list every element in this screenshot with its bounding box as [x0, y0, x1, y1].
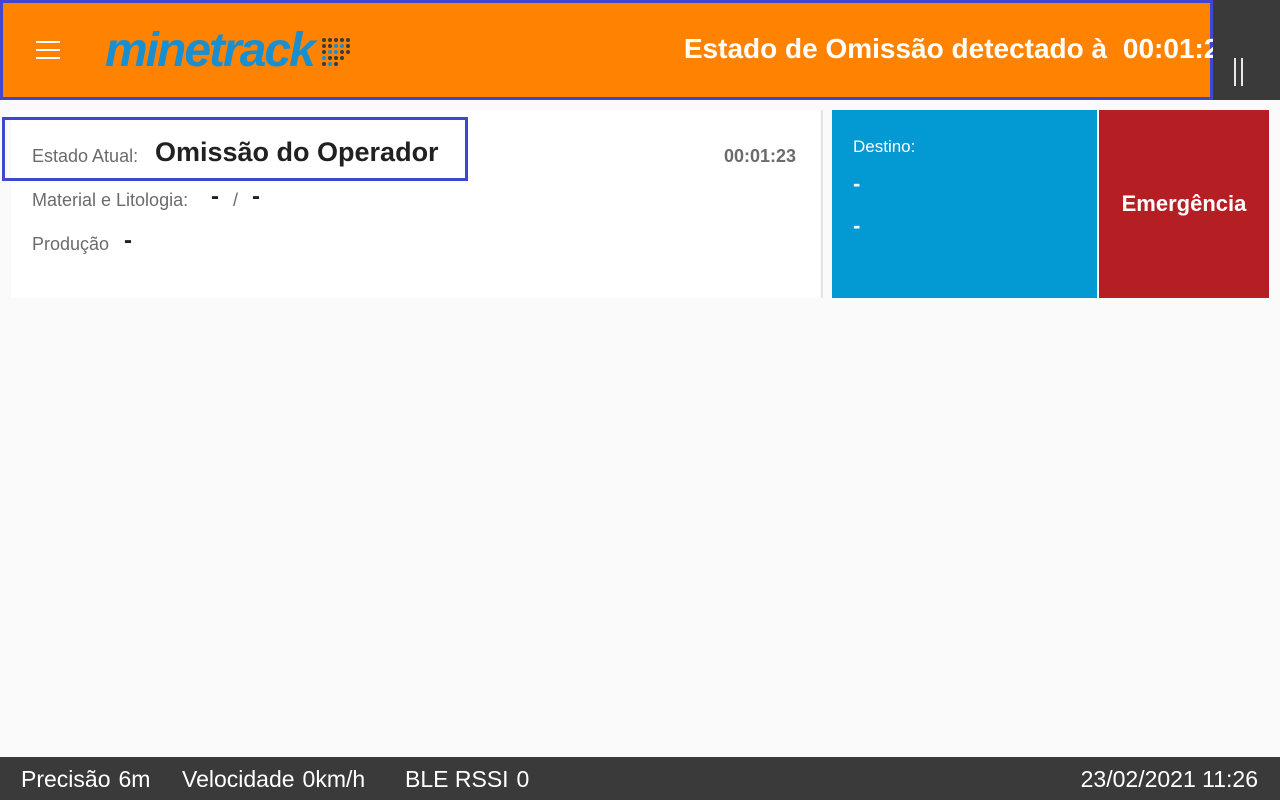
current-state-label: Estado Atual: — [32, 146, 139, 166]
current-state-value: Omissão do Operador — [155, 137, 439, 167]
material-value: - — [211, 183, 219, 210]
gps-precision: Precisão 6m — [21, 766, 150, 793]
menu-button[interactable] — [34, 40, 62, 60]
lithology-value: - — [252, 183, 260, 210]
production-value: - — [124, 227, 132, 254]
destination-value-1: - — [853, 171, 861, 196]
side-panel-strip[interactable] — [1213, 0, 1280, 100]
omission-alert-text: Estado de Omissão detectado à — [683, 33, 1108, 64]
speed-label: Velocidade — [182, 766, 295, 792]
pause-handle-icon[interactable] — [1232, 58, 1246, 86]
minetrack-logo: minetrack — [105, 26, 354, 76]
omission-alert: Estado de Omissão detectado à 00:01:23 — [684, 33, 1235, 65]
current-state-timer: 00:01:23 — [724, 146, 797, 166]
ble-rssi-label: BLE RSSI — [405, 766, 509, 792]
destination-value-2: - — [853, 213, 861, 238]
ble-rssi-value: 0 — [516, 766, 530, 792]
logo-text: minetrack — [105, 24, 316, 77]
production-label: Produção — [32, 234, 110, 254]
emergency-button[interactable]: Emergência — [1099, 110, 1269, 298]
card-divider — [821, 110, 823, 298]
status-bar: Precisão 6m Velocidade 0km/h BLE RSSI 0 23/… — [0, 757, 1280, 800]
minetrack-logo-mark-icon — [321, 38, 350, 66]
speed-value: 0km/h — [302, 766, 366, 792]
material-lithology-label: Material e Litologia: — [32, 190, 189, 210]
material-separator: / — [233, 190, 239, 210]
gps-precision-label: Precisão — [21, 766, 111, 792]
destination-label: Destino: — [853, 137, 916, 156]
destination-card[interactable]: Destino: - - — [832, 110, 1097, 298]
status-datetime: 23/02/2021 11:26 — [1080, 766, 1258, 792]
ble-rssi: BLE RSSI 0 — [405, 766, 529, 793]
speed: Velocidade 0km/h — [182, 766, 365, 793]
gps-precision-value: 6m — [118, 766, 151, 792]
